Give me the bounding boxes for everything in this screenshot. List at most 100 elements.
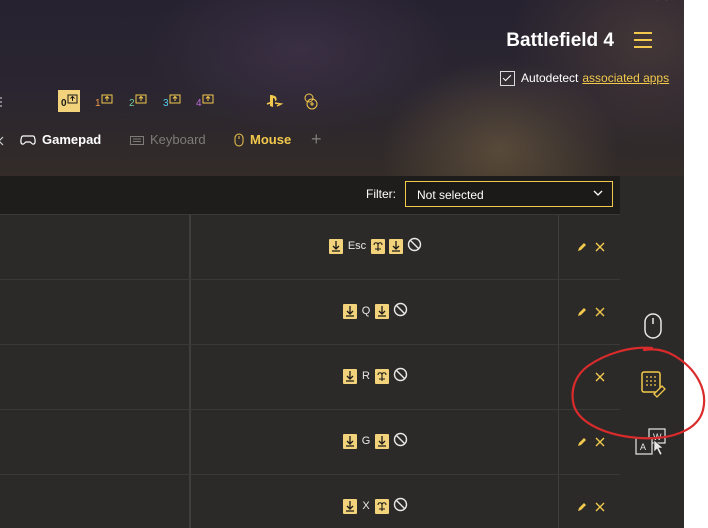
app-window: Battlefield 4 Autodetect associated apps… <box>0 0 684 528</box>
binding-type-sidebar: W A <box>620 215 684 528</box>
back-icon[interactable] <box>0 135 4 147</box>
controller-settings-icon[interactable] <box>300 90 322 112</box>
row-actions <box>559 345 620 409</box>
close-icon[interactable] <box>655 0 669 12</box>
row-action-cell <box>0 215 191 279</box>
key-release-icon <box>375 303 390 319</box>
autodetect-row: Autodetect associated apps <box>500 70 669 86</box>
table-row[interactable]: Q <box>0 280 620 345</box>
tab-keyboard[interactable]: Keyboard <box>130 132 206 147</box>
binding-sequence: Q <box>191 302 558 320</box>
row-action-cell <box>0 410 191 474</box>
key-label: G <box>361 435 371 447</box>
row-binding-cell[interactable]: G <box>191 410 559 474</box>
prohibit-icon <box>407 237 422 255</box>
key-press-icon <box>343 498 358 514</box>
mouse-binding-icon[interactable] <box>643 312 663 345</box>
device-tabs: Gamepad Keyboard Mouse + <box>0 129 340 154</box>
edit-icon[interactable] <box>576 500 588 512</box>
keyboard-icon <box>130 135 144 145</box>
layer-2-button[interactable]: 2 <box>128 90 150 112</box>
tab-gamepad[interactable]: Gamepad <box>20 132 101 147</box>
delete-icon[interactable] <box>594 240 606 252</box>
key-release-icon <box>389 238 404 254</box>
row-binding-cell[interactable]: Q <box>191 280 559 344</box>
bindings-table: Esc Q R G X <box>0 215 620 528</box>
delay-icon <box>374 368 389 384</box>
layer-3-button[interactable]: 3 <box>162 90 184 112</box>
tab-mouse-label: Mouse <box>250 132 292 147</box>
binding-sequence: G <box>191 432 558 450</box>
row-binding-cell[interactable]: X <box>191 475 559 528</box>
key-label: X <box>362 500 370 512</box>
filter-select[interactable]: Not selected <box>405 181 613 207</box>
minimize-icon[interactable] <box>555 0 569 12</box>
key-label: Q <box>361 305 371 317</box>
key-press-icon <box>342 433 357 449</box>
delete-icon[interactable] <box>594 305 606 317</box>
key-press-icon <box>342 303 357 319</box>
delay-icon <box>374 498 389 514</box>
key-label: Esc <box>347 240 367 252</box>
add-tab-icon[interactable]: + <box>311 129 322 150</box>
binding-sequence: Esc <box>191 237 558 255</box>
keymap-bottom-letter: A <box>640 442 646 452</box>
row-actions <box>559 475 620 528</box>
tab-keyboard-label: Keyboard <box>150 132 206 147</box>
table-row[interactable]: X <box>0 475 620 528</box>
layer-selector: 0 1 2 3 4 <box>0 90 340 112</box>
layer-0-label: 0 <box>61 98 67 109</box>
delete-icon[interactable] <box>594 500 606 512</box>
autodetect-label: Autodetect <box>521 71 579 85</box>
gamepad-icon <box>20 134 36 145</box>
layer-4-button[interactable]: 4 <box>195 90 217 112</box>
edit-icon[interactable] <box>576 305 588 317</box>
edit-icon[interactable] <box>576 240 588 252</box>
table-row[interactable]: R <box>0 345 620 410</box>
filter-bar: Filter: Not selected <box>0 176 620 215</box>
row-action-cell <box>0 475 191 528</box>
filter-label: Filter: <box>366 187 396 201</box>
row-actions <box>559 280 620 344</box>
tab-mouse[interactable]: Mouse <box>234 132 291 147</box>
edit-icon[interactable] <box>576 435 588 447</box>
row-actions <box>559 215 620 279</box>
layer-1-label: 1 <box>95 98 101 109</box>
key-release-icon <box>375 433 390 449</box>
filter-select-value: Not selected <box>417 188 484 202</box>
binding-sequence: X <box>191 497 558 515</box>
delay-icon <box>371 238 386 254</box>
row-binding-cell[interactable]: Esc <box>191 215 559 279</box>
macro-binding-icon[interactable] <box>640 370 666 403</box>
delete-icon[interactable] <box>594 370 606 382</box>
prohibit-icon <box>393 432 408 450</box>
layer-1-button[interactable]: 1 <box>94 90 116 112</box>
associated-apps-link[interactable]: associated apps <box>582 71 669 85</box>
tab-gamepad-label: Gamepad <box>42 132 102 147</box>
key-press-icon <box>328 238 343 254</box>
prohibit-icon <box>393 367 408 385</box>
layer-4-label: 4 <box>196 98 202 109</box>
autodetect-checkbox[interactable] <box>500 70 515 86</box>
mouse-icon <box>234 133 244 146</box>
game-title: Battlefield 4 <box>506 30 614 51</box>
prohibit-icon <box>393 302 408 320</box>
layer-2-label: 2 <box>129 98 135 109</box>
layer-3-label: 3 <box>163 98 169 109</box>
playstation-icon[interactable] <box>264 90 286 112</box>
menu-icon[interactable] <box>634 32 652 48</box>
layer-0-button[interactable]: 0 <box>58 90 80 112</box>
keyboard-binding-icon[interactable]: W A <box>635 428 671 463</box>
list-icon[interactable] <box>0 95 6 117</box>
chevron-down-icon <box>592 186 604 203</box>
row-binding-cell[interactable]: R <box>191 345 559 409</box>
prohibit-icon <box>393 497 408 515</box>
row-action-cell <box>0 280 191 344</box>
row-actions <box>559 410 620 474</box>
table-row[interactable]: G <box>0 410 620 475</box>
delete-icon[interactable] <box>594 435 606 447</box>
key-label: R <box>362 370 370 382</box>
table-row[interactable]: Esc <box>0 215 620 280</box>
row-action-cell <box>0 345 191 409</box>
maximize-icon[interactable] <box>609 0 623 12</box>
